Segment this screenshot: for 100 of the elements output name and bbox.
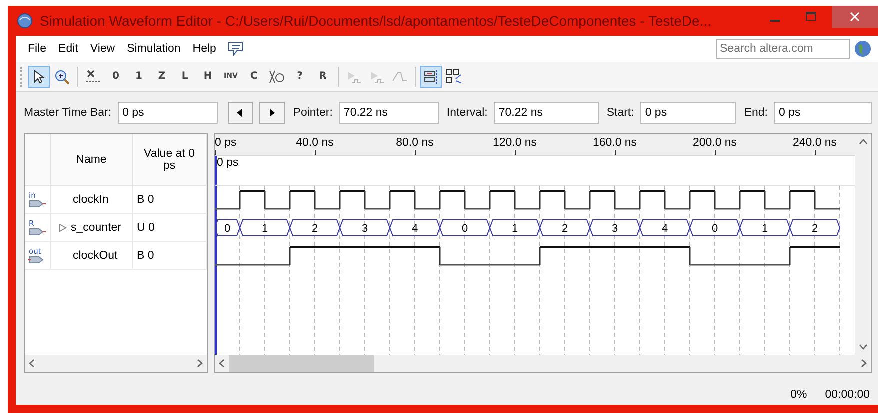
horizontal-scrollbar[interactable] bbox=[215, 355, 871, 372]
scroll-down-icon[interactable] bbox=[858, 342, 868, 351]
bus-segment bbox=[589, 220, 641, 236]
column-header: Name bbox=[75, 154, 108, 166]
toolbar-button[interactable] bbox=[28, 66, 50, 88]
scroll-up-icon[interactable] bbox=[858, 138, 868, 147]
signal-edge bbox=[789, 191, 791, 209]
menu-item[interactable]: Simulation bbox=[121, 43, 187, 55]
bus-value: 0 bbox=[712, 223, 718, 235]
expand-arrow-icon[interactable] bbox=[59, 224, 67, 232]
bus-value: 3 bbox=[612, 223, 618, 235]
signal-edge bbox=[539, 247, 541, 265]
vertical-scrollbar[interactable] bbox=[855, 134, 871, 355]
master-time-field[interactable]: 0 ps bbox=[118, 102, 218, 124]
menu-item[interactable]: Edit bbox=[52, 43, 84, 55]
scrollbar-thumb[interactable] bbox=[229, 355, 374, 372]
signal-name: s_counter bbox=[71, 222, 122, 234]
waveform-value-button[interactable]: R bbox=[312, 66, 334, 88]
waveform-value-button[interactable]: Z bbox=[151, 66, 173, 88]
signal-edge bbox=[589, 191, 591, 209]
signal-edge bbox=[539, 191, 541, 209]
bus-value: 1 bbox=[262, 223, 268, 235]
menu-item[interactable]: View bbox=[84, 43, 122, 55]
bus-value: 2 bbox=[562, 223, 568, 235]
field-label: Start: bbox=[606, 106, 634, 118]
grid-icon bbox=[446, 68, 462, 84]
menu-item[interactable]: Help bbox=[186, 43, 222, 55]
bus-segment bbox=[289, 220, 341, 236]
signal-edge bbox=[564, 191, 566, 209]
bus-segment bbox=[689, 220, 741, 236]
signal-edge bbox=[289, 191, 291, 209]
globe-icon[interactable] bbox=[854, 40, 872, 58]
waveform-value-button[interactable]: H bbox=[197, 66, 219, 88]
signal-value: B 0 bbox=[137, 250, 154, 262]
waveform-value-button[interactable]: 1 bbox=[128, 66, 150, 88]
minimize-icon bbox=[770, 20, 780, 22]
time-field[interactable]: 70.22 ns bbox=[338, 102, 439, 124]
waveform-value-button[interactable]: L bbox=[174, 66, 196, 88]
close-icon bbox=[850, 12, 860, 22]
tick-label: 120.0 ns bbox=[492, 137, 538, 149]
bus-value: 4 bbox=[412, 223, 418, 235]
menu-item[interactable]: File bbox=[22, 43, 53, 55]
time-field[interactable]: 70.22 ns bbox=[494, 102, 599, 124]
signal-edge bbox=[714, 191, 716, 209]
tick-label: 160.0 ns bbox=[592, 137, 638, 149]
signal-edge bbox=[614, 191, 616, 209]
scroll-right-icon[interactable] bbox=[195, 359, 204, 368]
close-button[interactable] bbox=[832, 6, 878, 28]
bus-segment bbox=[439, 220, 491, 236]
signal-edge bbox=[364, 191, 366, 209]
bus-segment bbox=[539, 220, 591, 236]
progress-text: 0% bbox=[790, 389, 808, 401]
signal-edge bbox=[514, 191, 516, 209]
right-triangle-icon bbox=[269, 108, 276, 116]
signal-edge bbox=[264, 191, 266, 209]
tick-label: 40.0 ns bbox=[296, 137, 334, 149]
previous-button[interactable] bbox=[228, 102, 254, 124]
bus-segment bbox=[339, 220, 391, 236]
time-field[interactable]: 0 ps bbox=[640, 102, 736, 124]
comment-icon[interactable] bbox=[228, 42, 244, 56]
signal-name: clockOut bbox=[73, 250, 118, 262]
waveform-value-button[interactable]: 0 bbox=[105, 66, 127, 88]
scroll-right-icon[interactable] bbox=[859, 359, 868, 368]
bus-value: 3 bbox=[362, 223, 368, 235]
bus-value: 1 bbox=[762, 223, 768, 235]
bus-value: 4 bbox=[662, 223, 668, 235]
scroll-left-icon[interactable] bbox=[218, 359, 227, 368]
snap-icon bbox=[423, 68, 439, 84]
column-header: Value at 0 ps bbox=[144, 148, 196, 172]
next-button[interactable] bbox=[259, 102, 286, 124]
signal-value: B 0 bbox=[137, 194, 154, 206]
window-title: Simulation Waveform Editor - C:/Users/Rui/Documents/lsd/apontamentos/TesteDeComponentes - TesteDe... bbox=[40, 13, 713, 29]
signal-value: U 0 bbox=[137, 222, 155, 234]
waveform-value-button[interactable]: ? bbox=[289, 66, 311, 88]
elapsed-time: 00:00:00 bbox=[825, 389, 870, 401]
signal-edge bbox=[414, 191, 416, 209]
horizontal-scrollbar[interactable] bbox=[25, 355, 207, 372]
maximize-icon bbox=[806, 12, 816, 22]
bus-segment bbox=[789, 220, 841, 236]
bus-value: 2 bbox=[812, 223, 818, 235]
tick-label: 80.0 ns bbox=[396, 137, 434, 149]
time-field[interactable]: 0 ps bbox=[774, 102, 872, 124]
app-logo-icon bbox=[16, 12, 34, 30]
field-label: Master Time Bar: bbox=[24, 106, 112, 118]
toolbar-button[interactable] bbox=[420, 66, 442, 88]
waveform-value-button[interactable]: C bbox=[243, 66, 265, 88]
search-field[interactable]: Search altera.com bbox=[716, 39, 850, 59]
zoom-icon bbox=[54, 68, 70, 84]
scroll-left-icon[interactable] bbox=[28, 359, 37, 368]
bus-value: 1 bbox=[512, 223, 518, 235]
signal-edge bbox=[664, 191, 666, 209]
bus-segment bbox=[389, 220, 441, 236]
signal-edge bbox=[689, 247, 691, 265]
signal-edge bbox=[339, 191, 341, 209]
tick-label: 240.0 ns bbox=[792, 137, 838, 149]
signal-name: clockIn bbox=[73, 194, 109, 206]
signal-edge bbox=[689, 191, 691, 209]
signal-edge bbox=[389, 191, 391, 209]
tick-label: 0 ps bbox=[215, 137, 237, 149]
tick-label: 200.0 ns bbox=[692, 137, 738, 149]
